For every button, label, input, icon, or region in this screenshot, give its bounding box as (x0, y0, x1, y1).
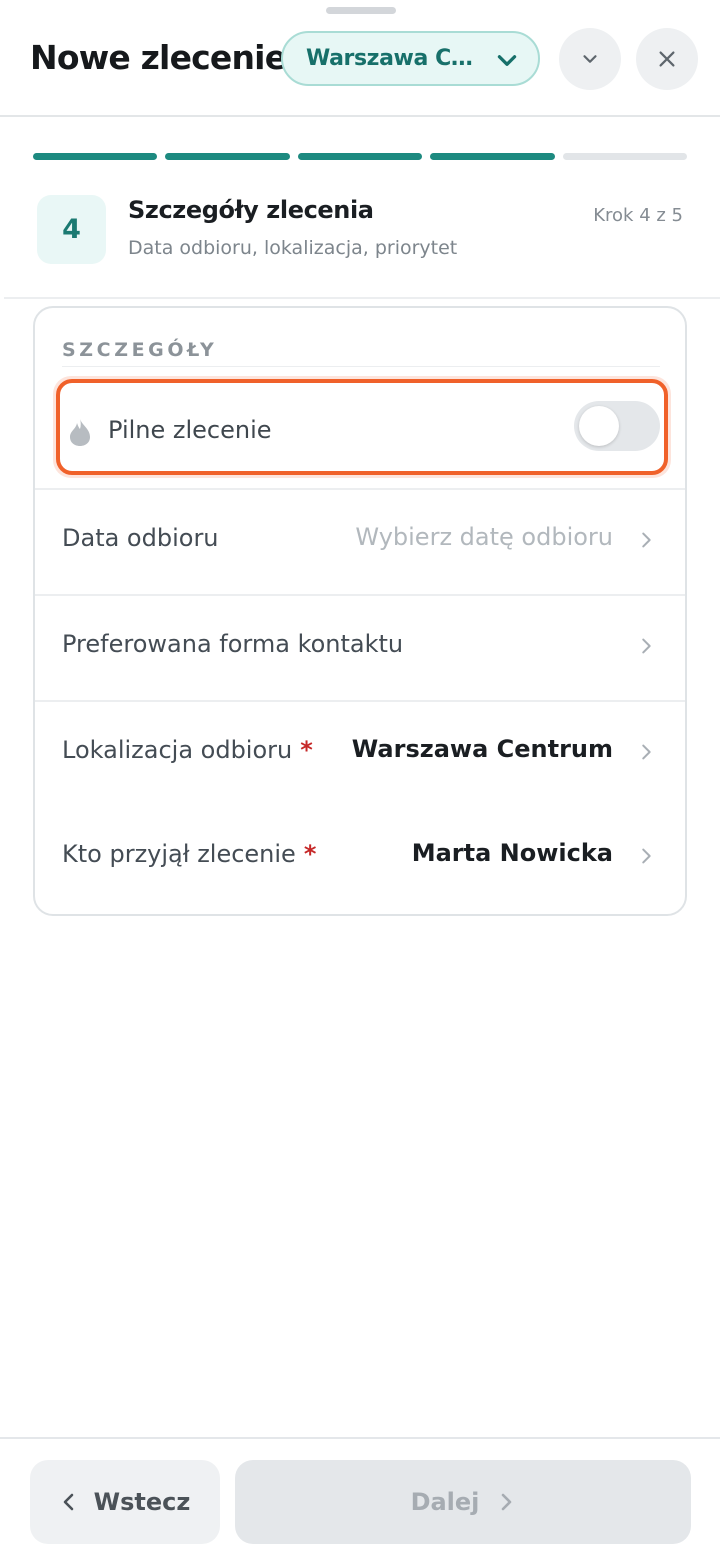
received-by-row[interactable]: Kto przyjął zlecenie * Marta Nowicka (35, 806, 685, 912)
location-selector-label: Warszawa Centrum (306, 46, 486, 71)
close-button[interactable] (636, 28, 698, 90)
next-button[interactable]: Dalej (235, 1460, 691, 1544)
progress-segment (562, 153, 688, 160)
header: Nowe zlecenie Warszawa Centrum (0, 0, 720, 117)
received-by-label-text: Kto przyjął zlecenie (62, 840, 296, 868)
next-button-label: Dalej (410, 1488, 480, 1516)
toggle-knob (579, 406, 619, 446)
required-marker: * (303, 840, 317, 868)
urgent-order-field[interactable]: Pilne zlecenie (56, 379, 668, 475)
required-marker: * (300, 736, 313, 764)
page-title: Nowe zlecenie (30, 38, 287, 77)
location-selector[interactable]: Warszawa Centrum (281, 31, 540, 86)
progress-segment (430, 153, 555, 160)
pickup-location-value: Warszawa Centrum (351, 735, 613, 763)
details-card: SZCZEGÓŁY Pilne zlecenie Data odbioru Wy… (33, 306, 687, 916)
pickup-location-label-text: Lokalizacja odbioru (62, 736, 293, 764)
pickup-location-label: Lokalizacja odbioru * (62, 736, 313, 764)
progress-segment (165, 153, 290, 160)
divider (62, 366, 660, 367)
chevron-left-icon (63, 1493, 73, 1511)
back-button[interactable]: Wstecz (30, 1460, 220, 1544)
step-subtitle: Data odbioru, lokalizacja, priorytet (128, 237, 458, 259)
new-order-sheet: Nowe zlecenie Warszawa Centrum 4 Szczegó… (0, 0, 720, 1561)
step-title: Szczegóły zlecenia (128, 196, 374, 224)
chevron-right-icon (642, 744, 651, 760)
flame-icon (70, 419, 90, 446)
collapse-button[interactable] (559, 28, 621, 90)
progress-segment (297, 153, 423, 160)
contact-method-row[interactable]: Preferowana forma kontaktu (35, 594, 685, 700)
chevron-right-icon (502, 1493, 512, 1511)
urgent-order-label: Pilne zlecenie (108, 416, 272, 444)
divider (4, 297, 720, 299)
chevron-down-icon (497, 55, 517, 66)
received-by-value: Marta Nowicka (411, 839, 613, 867)
pickup-date-label: Data odbioru (62, 524, 219, 552)
chevron-right-icon (642, 848, 651, 864)
contact-method-label: Preferowana forma kontaktu (62, 630, 404, 658)
step-counter: Krok 4 z 5 (593, 205, 683, 226)
close-icon (659, 51, 675, 67)
urgent-order-toggle[interactable] (574, 401, 660, 451)
chevron-right-icon (642, 532, 651, 548)
pickup-date-row[interactable]: Data odbioru Wybierz datę odbioru (35, 488, 685, 594)
received-by-label: Kto przyjął zlecenie * (62, 840, 316, 868)
step-number-badge: 4 (37, 195, 106, 264)
progress-segment (33, 153, 158, 160)
chevron-right-icon (642, 638, 651, 654)
pickup-date-value: Wybierz datę odbioru (355, 523, 613, 551)
urgent-order-row: Pilne zlecenie (53, 376, 671, 478)
back-button-label: Wstecz (93, 1488, 191, 1516)
footer-actions: Wstecz Dalej (0, 1437, 720, 1561)
chevron-down-icon (583, 55, 597, 63)
pickup-location-row[interactable]: Lokalizacja odbioru * Warszawa Centrum (35, 700, 685, 806)
step-progress-bar (33, 153, 688, 161)
section-label: SZCZEGÓŁY (62, 339, 218, 361)
